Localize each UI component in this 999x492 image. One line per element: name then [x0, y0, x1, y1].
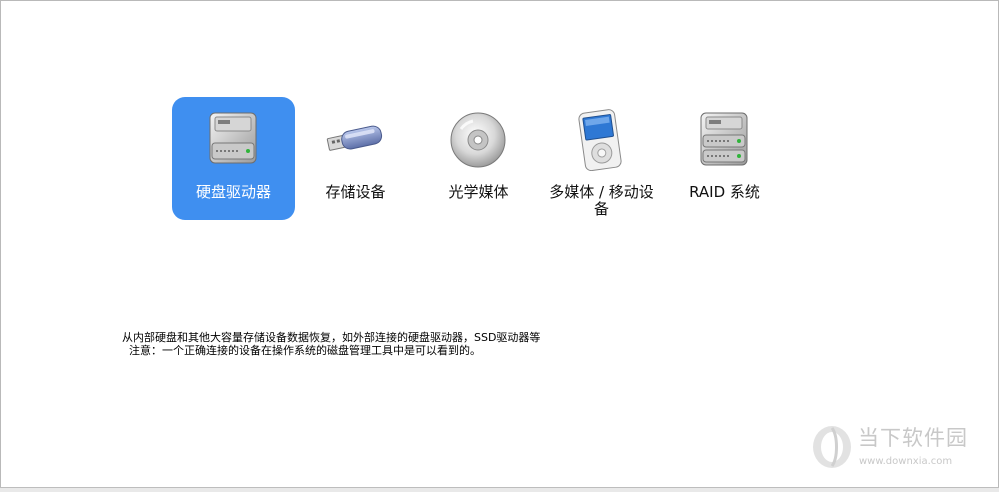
tile-storage-device[interactable]: 存储设备: [294, 97, 417, 220]
tile-raid-system[interactable]: RAID 系统: [663, 97, 786, 220]
watermark-text: 当下软件园: [858, 426, 968, 450]
usb-drive-icon: [326, 125, 383, 151]
tile-hard-drive[interactable]: 硬盘驱动器: [172, 97, 295, 220]
tile-label: 光学媒体: [448, 183, 509, 201]
bottom-border: [0, 487, 999, 492]
media-player-icon: [578, 109, 622, 171]
description-line: 从内部硬盘和其他大容量存储设备数据恢复，如外部连接的硬盘驱动器，SSD驱动器等: [122, 331, 541, 344]
optical-disc-icon: [450, 112, 506, 168]
tile-label: 多媒体 / 移动设备: [549, 183, 654, 218]
tile-label: RAID 系统: [689, 183, 760, 201]
watermark-url: www.downxia.com: [859, 456, 953, 467]
tile-label: 硬盘驱动器: [195, 183, 271, 201]
tile-multimedia-device[interactable]: 多媒体 / 移动设备: [540, 97, 663, 220]
tile-label: 存储设备: [325, 183, 386, 201]
watermark-logo-icon: [813, 426, 851, 468]
tile-optical-media[interactable]: 光学媒体: [417, 97, 540, 220]
main-panel: [0, 0, 999, 487]
description-text: 从内部硬盘和其他大容量存储设备数据恢复，如外部连接的硬盘驱动器，SSD驱动器等 …: [122, 331, 540, 357]
raid-drive-icon: [700, 112, 748, 166]
hard-drive-icon: [209, 112, 257, 164]
description-note: 注意：一个正确连接的设备在操作系统的磁盘管理工具中是可以看到的。: [129, 344, 481, 357]
watermark: 当下软件园 www.downxia.com: [810, 420, 980, 475]
